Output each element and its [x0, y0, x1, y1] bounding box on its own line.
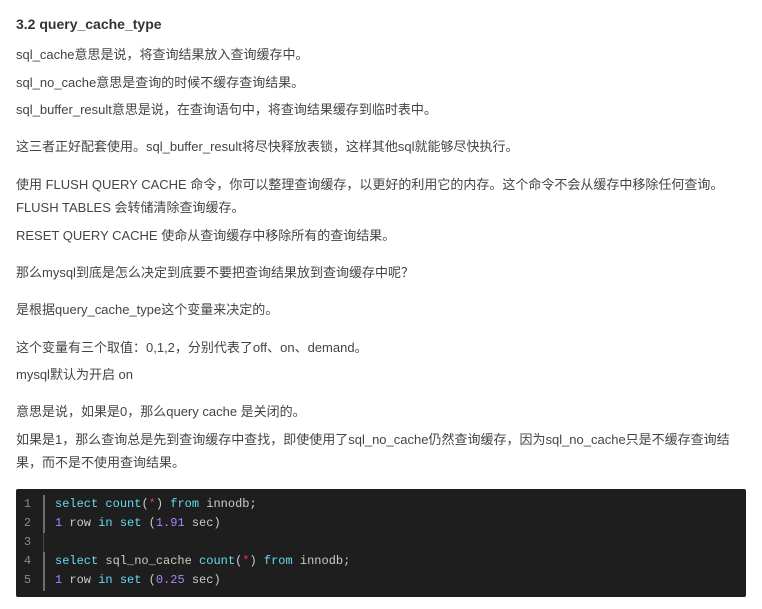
code-line: 21 row in set (1.91 sec)	[16, 514, 746, 533]
token-num: 1	[55, 573, 62, 587]
code-line: 3	[16, 533, 746, 552]
code-line: 4select sql_no_cache count(*) from innod…	[16, 552, 746, 571]
code-content: select count(*) from innodb;	[43, 495, 257, 514]
paragraph-line: sql_no_cache意思是查询的时候不缓存查询结果。	[16, 71, 746, 94]
token-num: 0.25	[156, 573, 185, 587]
paragraph-line: 这三者正好配套使用。sql_buffer_result将尽快释放表锁，这样其他s…	[16, 135, 746, 158]
token-punc: ;	[249, 497, 256, 511]
token-op: *	[149, 497, 156, 511]
code-line: 51 row in set (0.25 sec)	[16, 571, 746, 590]
paragraph-line: 那么mysql到底是怎么决定到底要不要把查询结果放到查询缓存中呢？	[16, 261, 746, 284]
section-heading: 3.2 query_cache_type	[16, 12, 746, 37]
paragraph-line: RESET QUERY CACHE 使命从查询缓存中移除所有的查询结果。	[16, 224, 746, 247]
token-kw: from	[264, 554, 293, 568]
token-kw: in	[98, 516, 112, 530]
token-id: innodb	[206, 497, 249, 511]
paragraph-line: 意思是说，如果是0，那么query cache 是关闭的。	[16, 400, 746, 423]
token-fn: count	[199, 554, 235, 568]
token-op: *	[242, 554, 249, 568]
line-number: 4	[16, 552, 44, 571]
token-id: sql_no_cache	[105, 554, 191, 568]
token-punc: ;	[343, 554, 350, 568]
token-id: innodb	[300, 554, 343, 568]
line-number: 5	[16, 571, 44, 590]
paragraph-line: 是根据query_cache_type这个变量来决定的。	[16, 298, 746, 321]
paragraph-line: 使用 FLUSH QUERY CACHE 命令，你可以整理查询缓存，以更好的利用…	[16, 173, 746, 220]
token-kw: set	[120, 573, 142, 587]
token-num: 1.91	[156, 516, 185, 530]
token-kw: set	[120, 516, 142, 530]
article-body: sql_cache意思是说，将查询结果放入查询缓存中。 sql_no_cache意…	[16, 43, 746, 474]
paragraph-line: sql_buffer_result意思是说，在查询语句中，将查询结果缓存到临时表…	[16, 98, 746, 121]
code-line: 1select count(*) from innodb;	[16, 495, 746, 514]
token-punc: (	[235, 554, 242, 568]
paragraph-line: 如果是1，那么查询总是先到查询缓存中查找，即使使用了sql_no_cache仍然…	[16, 428, 746, 475]
token-punc: )	[156, 497, 163, 511]
token-punc: (	[149, 516, 156, 530]
paragraph-line: 这个变量有三个取值：0,1,2，分别代表了off、on、demand。	[16, 336, 746, 359]
token-punc: (	[149, 573, 156, 587]
code-content: 1 row in set (0.25 sec)	[43, 571, 221, 590]
line-number: 3	[16, 533, 44, 552]
token-punc: )	[213, 516, 220, 530]
code-block: 1select count(*) from innodb;21 row in s…	[16, 489, 746, 597]
token-kw: select	[55, 554, 98, 568]
line-number: 2	[16, 514, 44, 533]
token-id: sec	[192, 573, 214, 587]
paragraph-line: sql_cache意思是说，将查询结果放入查询缓存中。	[16, 43, 746, 66]
token-num: 1	[55, 516, 62, 530]
token-id: row	[69, 573, 91, 587]
token-kw: in	[98, 573, 112, 587]
token-punc: )	[249, 554, 256, 568]
token-id: row	[69, 516, 91, 530]
token-fn: count	[105, 497, 141, 511]
code-content: select sql_no_cache count(*) from innodb…	[43, 552, 350, 571]
token-kw: from	[170, 497, 199, 511]
token-punc: (	[141, 497, 148, 511]
line-number: 1	[16, 495, 44, 514]
paragraph-line: mysql默认为开启 on	[16, 363, 746, 386]
token-punc: )	[213, 573, 220, 587]
token-id: sec	[192, 516, 214, 530]
token-kw: select	[55, 497, 98, 511]
code-content: 1 row in set (1.91 sec)	[43, 514, 221, 533]
